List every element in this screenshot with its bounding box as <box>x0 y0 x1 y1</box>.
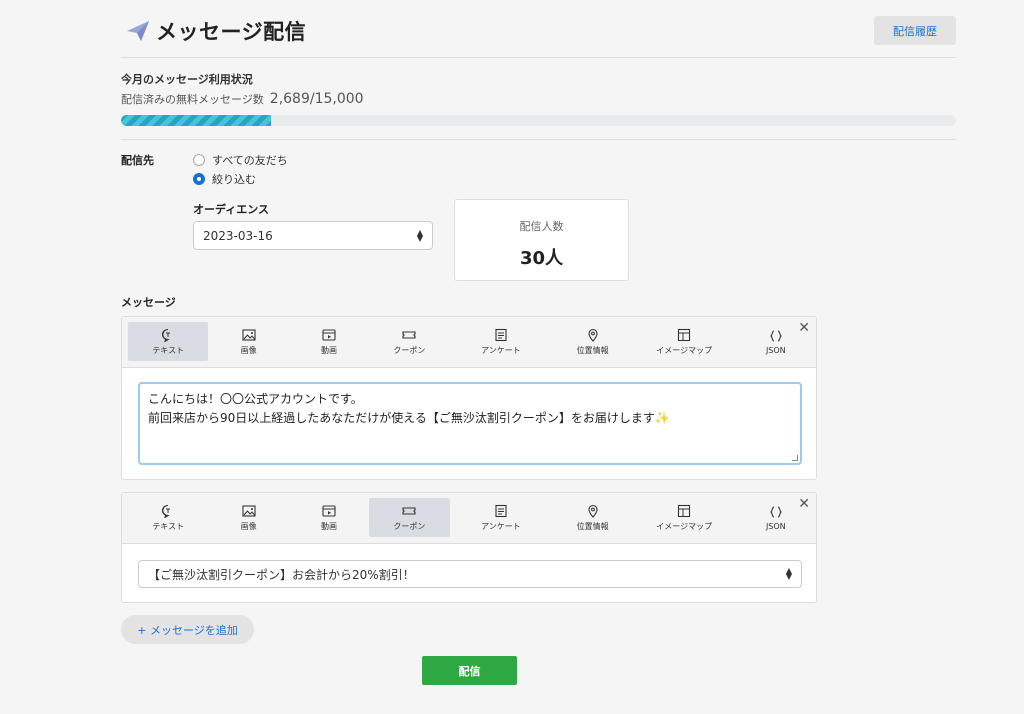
image-icon <box>242 504 256 517</box>
video-icon <box>322 328 336 341</box>
tab-label: 動画 <box>320 521 337 531</box>
audience-select[interactable]: 2023-03-16 ▲ ▼ <box>193 221 433 250</box>
usage-count: 2,689/15,000 <box>269 91 364 107</box>
recipient-count-label: 配信人数 <box>519 220 564 233</box>
tab-label: アンケート <box>481 521 521 531</box>
tab-label: 画像 <box>240 345 257 355</box>
message-type-tabs: テキスト 画像 動画 クーポン アンケート 位置情報 イメージマップ JSON … <box>122 493 816 544</box>
select-arrows-icon: ▲ ▼ <box>785 566 792 581</box>
usage-progress-bar <box>121 115 956 126</box>
ticket-icon <box>402 330 416 339</box>
tab-video[interactable]: 動画 <box>289 322 369 361</box>
tab-label: 画像 <box>240 521 257 531</box>
page-title: メッセージ配信 <box>156 20 307 44</box>
tab-location[interactable]: 位置情報 <box>552 322 632 361</box>
message-textarea[interactable]: こんにちは！〇〇公式アカウントです。 前回来店から90日以上経過したあなただけが… <box>138 382 802 465</box>
tab-label: JSON <box>765 345 786 355</box>
tab-image[interactable]: 画像 <box>208 322 288 361</box>
map-pin-icon <box>588 504 598 518</box>
speech-bubble-icon <box>162 328 171 342</box>
radio-all-friends[interactable]: すべての友だち <box>193 152 288 168</box>
select-arrows-icon: ▲ ▼ <box>416 227 423 243</box>
tab-imagemap[interactable]: イメージマップ <box>633 322 736 361</box>
close-icon[interactable]: ✕ <box>798 320 810 336</box>
close-icon[interactable]: ✕ <box>798 496 810 512</box>
tab-label: 位置情報 <box>576 521 609 531</box>
tab-label: 位置情報 <box>576 345 609 355</box>
message-card-coupon: テキスト 画像 動画 クーポン アンケート 位置情報 イメージマップ JSON … <box>121 492 817 603</box>
tab-imagemap[interactable]: イメージマップ <box>633 498 736 537</box>
usage-row: 配信済みの無料メッセージ数 2,689/15,000 <box>121 91 364 107</box>
tab-label: テキスト <box>152 345 185 355</box>
send-button[interactable]: 配信 <box>422 656 517 685</box>
tab-text[interactable]: テキスト <box>128 322 209 361</box>
tab-label: JSON <box>765 521 786 531</box>
tab-label: アンケート <box>481 345 521 355</box>
audience-select-value: 2023-03-16 <box>203 228 273 243</box>
message-card-text: テキスト 画像 動画 クーポン アンケート 位置情報 イメージマップ JSON … <box>121 316 817 480</box>
tab-label: クーポン <box>393 521 426 531</box>
radio-filter[interactable]: 絞り込む <box>193 171 256 187</box>
tab-image[interactable]: 画像 <box>208 498 288 537</box>
page: メッセージ配信 配信履歴 今月のメッセージ利用状況 配信済みの無料メッセージ数 … <box>121 0 956 685</box>
tab-location[interactable]: 位置情報 <box>552 498 632 537</box>
radio-label-filter: 絞り込む <box>212 173 256 186</box>
usage-progress-fill <box>121 115 271 126</box>
message-type-tabs: テキスト 画像 動画 クーポン アンケート 位置情報 イメージマップ JSON … <box>122 317 816 368</box>
tab-coupon[interactable]: クーポン <box>369 498 450 537</box>
tab-label: テキスト <box>152 521 185 531</box>
usage-heading: 今月のメッセージ利用状況 <box>121 73 253 86</box>
map-pin-icon <box>588 328 598 342</box>
tab-label: 動画 <box>320 345 337 355</box>
audience-label: オーディエンス <box>193 203 270 216</box>
usage-label: 配信済みの無料メッセージ数 <box>121 93 264 106</box>
tab-survey[interactable]: アンケート <box>450 498 553 537</box>
imagemap-icon <box>678 504 691 517</box>
add-message-button[interactable]: + メッセージを追加 <box>121 615 254 644</box>
tab-video[interactable]: 動画 <box>289 498 369 537</box>
image-icon <box>242 328 256 341</box>
video-icon <box>322 504 336 517</box>
radio-label-all-friends: すべての友だち <box>212 154 288 167</box>
recipient-count-box: 配信人数 30人 <box>454 199 629 281</box>
history-button[interactable]: 配信履歴 <box>874 16 956 45</box>
ticket-icon <box>402 506 416 515</box>
page-header: メッセージ配信 配信履歴 <box>121 0 956 58</box>
code-braces-icon <box>769 329 782 342</box>
tab-label: クーポン <box>393 345 426 355</box>
radio-button-selected[interactable] <box>193 173 205 185</box>
message-label: メッセージ <box>121 296 176 309</box>
recipients-label: 配信先 <box>121 154 154 167</box>
radio-button[interactable] <box>193 154 205 166</box>
coupon-select[interactable]: 【ご無沙汰割引クーポン】お会計から20%割引！ ▲ ▼ <box>138 560 802 588</box>
survey-icon <box>495 504 507 517</box>
tab-label: イメージマップ <box>656 521 713 531</box>
speech-bubble-icon <box>162 504 171 518</box>
survey-icon <box>495 328 507 341</box>
paper-plane-icon <box>127 21 149 41</box>
recipient-count-value: 30人 <box>519 248 564 269</box>
tab-text[interactable]: テキスト <box>128 498 208 537</box>
tab-survey[interactable]: アンケート <box>450 322 553 361</box>
tab-label: イメージマップ <box>656 345 713 355</box>
coupon-select-value: 【ご無沙汰割引クーポン】お会計から20%割引！ <box>148 567 415 582</box>
resize-handle-icon[interactable] <box>792 455 798 461</box>
usage-section: 今月のメッセージ利用状況 配信済みの無料メッセージ数 2,689/15,000 <box>121 58 956 140</box>
code-braces-icon <box>769 505 782 518</box>
tab-coupon[interactable]: クーポン <box>369 322 449 361</box>
imagemap-icon <box>678 328 691 341</box>
